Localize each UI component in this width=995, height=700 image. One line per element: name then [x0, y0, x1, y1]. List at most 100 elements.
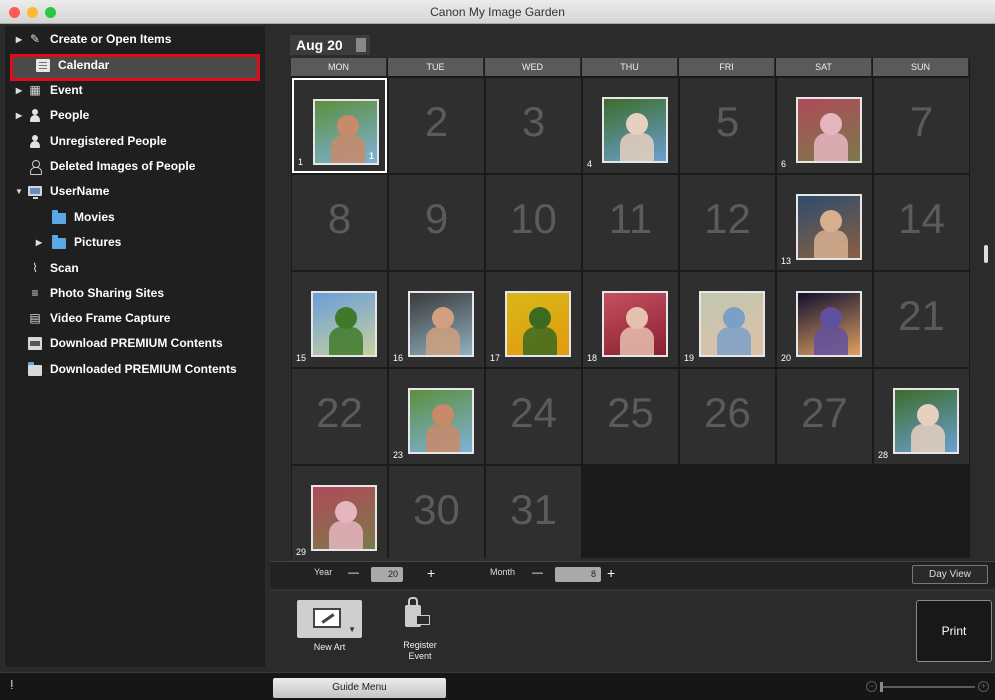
calendar-day-cell[interactable]: 26 [680, 369, 775, 464]
photo-thumbnail[interactable] [796, 194, 862, 260]
disclosure-triangle-open-icon[interactable]: ▼ [14, 187, 24, 196]
day-view-button[interactable]: Day View [912, 565, 988, 584]
calendar-day-cell[interactable]: 27 [777, 369, 872, 464]
photo-thumbnail[interactable] [796, 97, 862, 163]
disclosure-triangle-icon[interactable]: ▶ [14, 35, 24, 44]
sidebar-item-username[interactable]: ▼ UserName [14, 180, 109, 202]
calendar-day-cell[interactable]: 17 [486, 272, 581, 367]
guide-menu-button[interactable]: Guide Menu [273, 678, 446, 698]
calendar-day-cell[interactable]: 19 [680, 272, 775, 367]
calendar-day-cell[interactable]: 23 [389, 369, 484, 464]
calendar-day-cell[interactable]: 2 [389, 78, 484, 173]
calendar-day-cell[interactable]: 13 [777, 175, 872, 270]
window-title: Canon My Image Garden [430, 5, 565, 19]
calendar-day-cell[interactable]: 31 [486, 466, 581, 561]
action-bar: ▼ New Art Register Event Print [270, 590, 995, 665]
new-art-label: New Art [313, 642, 346, 652]
calendar-day-cell[interactable]: 24 [486, 369, 581, 464]
month-header: Aug 20 [290, 35, 370, 55]
sidebar-item-download-premium-contents[interactable]: Download PREMIUM Contents [14, 332, 223, 354]
vertical-scrollbar[interactable] [984, 245, 988, 263]
photo-thumbnail[interactable] [505, 291, 571, 357]
photo-thumbnail[interactable] [408, 388, 474, 454]
calendar-day-cell[interactable]: 10 [486, 175, 581, 270]
calendar-day-cell[interactable]: 25 [583, 369, 678, 464]
calendar-day-cell[interactable]: 3 [486, 78, 581, 173]
calendar-day-cell[interactable]: 14 [874, 175, 969, 270]
calendar-day-cell[interactable]: 12 [680, 175, 775, 270]
sidebar-item-unregistered-people[interactable]: Unregistered People [14, 130, 167, 152]
sidebar-item-deleted-images-of-people[interactable]: Deleted Images of People [14, 155, 195, 177]
disclosure-triangle-icon[interactable]: ▶ [14, 86, 24, 95]
sidebar-item-create-or-open-items[interactable]: ▶ ✎ Create or Open Items [14, 28, 171, 50]
sidebar-item-event[interactable]: ▶ ▦ Event [14, 79, 83, 101]
photo-thumbnail[interactable] [796, 291, 862, 357]
photo-thumbnail[interactable] [893, 388, 959, 454]
disclosure-triangle-icon[interactable]: ▶ [34, 238, 44, 247]
year-decrement-button[interactable]: — [348, 567, 359, 579]
calendar-day-cell[interactable]: 22 [292, 369, 387, 464]
day-number: 15 [296, 353, 307, 363]
day-number: 1 [298, 157, 304, 167]
photo-thumbnail[interactable] [311, 291, 377, 357]
sidebar-item-video-frame-capture[interactable]: ▤ Video Frame Capture [14, 307, 170, 329]
day-number: 21 [898, 292, 945, 339]
sidebar-item-calendar[interactable]: Calendar [20, 54, 109, 76]
download-icon [28, 336, 42, 350]
sidebar-item-label: Download PREMIUM Contents [50, 336, 223, 350]
zoom-in-icon[interactable]: + [978, 681, 989, 692]
zoom-slider[interactable]: − + [866, 681, 991, 693]
calendar-day-cell[interactable]: 11 [292, 78, 387, 173]
calendar-day-cell[interactable]: 9 [389, 175, 484, 270]
photo-thumbnail[interactable] [408, 291, 474, 357]
calendar-day-cell[interactable]: 5 [680, 78, 775, 173]
day-number: 22 [316, 389, 363, 436]
sidebar-item-movies[interactable]: Movies [14, 206, 115, 228]
calendar-day-cell[interactable]: 30 [389, 466, 484, 561]
sidebar-item-downloaded-premium-contents[interactable]: Downloaded PREMIUM Contents [14, 358, 237, 380]
month-increment-button[interactable]: + [607, 565, 615, 581]
month-decrement-button[interactable]: — [532, 567, 543, 579]
calendar-day-cell[interactable]: 6 [777, 78, 872, 173]
sidebar-item-photo-sharing-sites[interactable]: ≡ Photo Sharing Sites [14, 282, 164, 304]
photo-thumbnail[interactable] [602, 291, 668, 357]
new-art-button[interactable]: ▼ [297, 600, 362, 638]
year-field[interactable]: 20 [371, 567, 403, 582]
year-increment-button[interactable]: + [427, 565, 435, 581]
zoom-out-icon[interactable]: − [866, 681, 877, 692]
sidebar-item-people[interactable]: ▶ People [14, 104, 89, 126]
zoom-knob[interactable] [880, 682, 883, 692]
calendar-day-cell[interactable]: 18 [583, 272, 678, 367]
photo-thumbnail[interactable] [699, 291, 765, 357]
day-number: 25 [607, 389, 654, 436]
new-art-icon [313, 608, 341, 628]
photo-thumbnail[interactable] [311, 485, 377, 551]
sidebar-item-scan[interactable]: ⌇ Scan [14, 257, 79, 279]
day-number: 11 [608, 195, 653, 242]
calendar-day-cell[interactable]: 20 [777, 272, 872, 367]
calendar-day-cell[interactable]: 7 [874, 78, 969, 173]
weekday-header: FRI [679, 58, 775, 76]
photo-thumbnail[interactable]: 1 [313, 99, 379, 165]
calendar-day-cell[interactable]: 11 [583, 175, 678, 270]
disclosure-triangle-icon[interactable]: ▶ [14, 111, 24, 120]
calendar-day-cell[interactable]: 4 [583, 78, 678, 173]
calendar-day-cell[interactable]: 8 [292, 175, 387, 270]
calendar-day-cell[interactable]: 15 [292, 272, 387, 367]
calendar-day-cell[interactable]: 28 [874, 369, 969, 464]
calendar-day-cell[interactable]: 21 [874, 272, 969, 367]
print-button[interactable]: Print [916, 600, 992, 662]
app-window: Canon My Image Garden ▶ ✎ Create or Open… [0, 0, 995, 700]
calendar-day-cell[interactable]: 16 [389, 272, 484, 367]
month-field[interactable]: 8 [555, 567, 601, 582]
register-event-icon[interactable] [404, 597, 430, 635]
zoom-track[interactable] [880, 686, 975, 688]
sidebar-item-pictures[interactable]: ▶ Pictures [34, 231, 121, 253]
info-icon[interactable]: ⵑ [10, 678, 14, 692]
calendar-day-cell[interactable]: 29 [292, 466, 387, 561]
sidebar-item-label: Unregistered People [50, 134, 167, 148]
photo-thumbnail[interactable] [602, 97, 668, 163]
register-event-label[interactable]: Register Event [388, 640, 452, 662]
year-label: Year [314, 567, 333, 577]
create-items-icon: ✎ [29, 31, 41, 46]
